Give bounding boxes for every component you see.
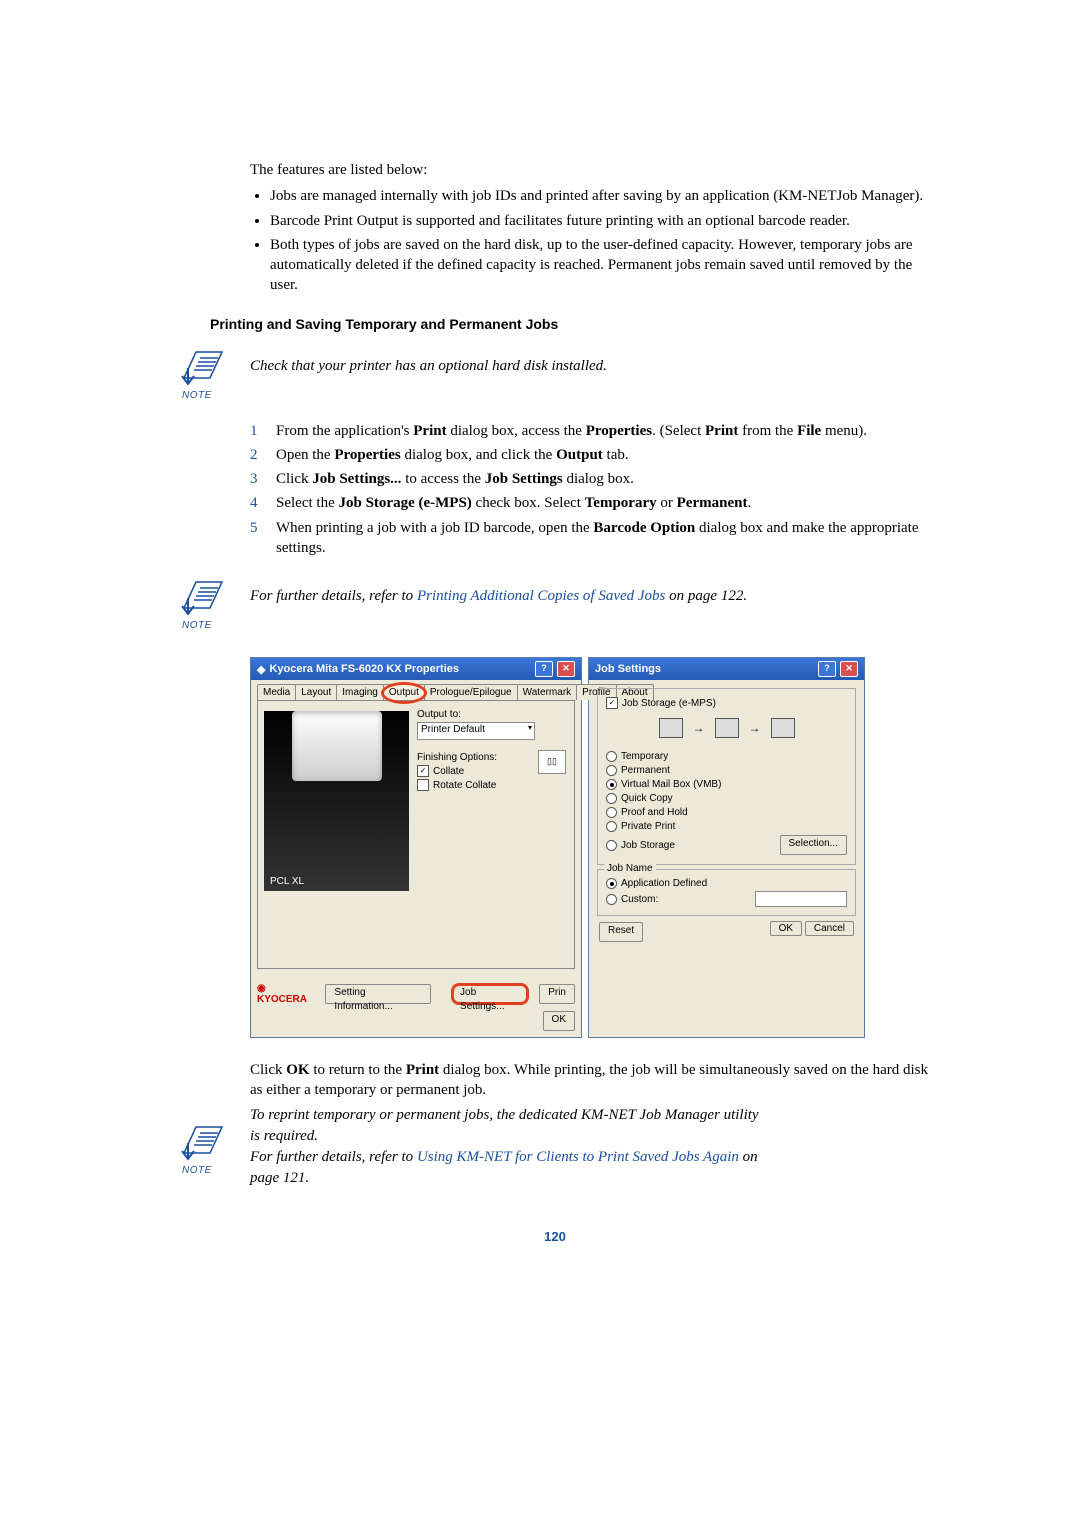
step-number: 2 — [250, 445, 276, 465]
step-row: 4 Select the Job Storage (e-MPS) check b… — [250, 493, 930, 513]
intro-text: The features are listed below: — [250, 160, 930, 180]
window-title: Job Settings — [595, 663, 661, 675]
properties-dialog: ◆ Kyocera Mita FS-6020 KX Properties ? ✕… — [250, 657, 582, 1038]
reset-button[interactable]: Reset — [599, 922, 643, 942]
titlebar[interactable]: Job Settings ? ✕ — [589, 658, 864, 680]
printer-preview: PCL XL — [264, 711, 409, 891]
collate-icon: ▯▯ — [538, 750, 566, 774]
collate-label: Collate — [433, 766, 464, 777]
step-text: Select the Job Storage (e-MPS) check box… — [276, 493, 930, 513]
radio-private[interactable] — [606, 821, 617, 832]
screenshot-figure: ◆ Kyocera Mita FS-6020 KX Properties ? ✕… — [250, 657, 930, 1038]
collate-checkbox[interactable]: ✓ — [417, 765, 429, 777]
step-row: 5 When printing a job with a job ID barc… — [250, 518, 930, 559]
bullet-item: Both types of jobs are saved on the hard… — [270, 235, 930, 296]
app-icon: ◆ — [257, 663, 265, 676]
printer-image-icon — [292, 711, 382, 781]
print-button[interactable]: Prin — [539, 984, 575, 1004]
titlebar[interactable]: ◆ Kyocera Mita FS-6020 KX Properties ? ✕ — [251, 658, 581, 680]
step-row: 2 Open the Properties dialog box, and cl… — [250, 445, 930, 465]
note-block: NOTE For further details, refer to Print… — [180, 576, 930, 631]
note-block: NOTE To reprint temporary or permanent j… — [180, 1105, 930, 1189]
radio-jobstorage[interactable] — [606, 840, 617, 851]
note-text: Check that your printer has an optional … — [250, 356, 607, 377]
output-to-combo[interactable]: Printer Default — [417, 722, 535, 740]
xref-link[interactable]: Using KM-NET for Clients to Print Saved … — [417, 1149, 739, 1165]
intro-block: The features are listed below: Jobs are … — [250, 160, 930, 296]
step-number: 4 — [250, 493, 276, 513]
tab-watermark[interactable]: Watermark — [517, 684, 578, 700]
note-text: To reprint temporary or permanent jobs, … — [250, 1105, 770, 1189]
page-number: 120 — [180, 1229, 930, 1244]
output-icon — [771, 718, 795, 738]
cancel-button[interactable]: Cancel — [805, 921, 854, 936]
job-settings-button[interactable]: Job Settings... — [451, 983, 529, 1005]
step-number: 5 — [250, 518, 276, 559]
tab-media[interactable]: Media — [257, 684, 296, 700]
tabstrip: Media Layout Imaging Output Prologue/Epi… — [257, 684, 575, 701]
xref-link[interactable]: Printing Additional Copies of Saved Jobs — [417, 588, 665, 604]
printer-icon — [715, 718, 739, 738]
finishing-label: Finishing Options: — [417, 752, 538, 763]
note-icon — [180, 576, 228, 622]
radio-quickcopy[interactable] — [606, 793, 617, 804]
radio-appdefined[interactable] — [606, 878, 617, 889]
pc-icon — [659, 718, 683, 738]
bullet-item: Barcode Print Output is supported and fa… — [270, 211, 930, 231]
radio-vmb[interactable] — [606, 779, 617, 790]
close-icon[interactable]: ✕ — [840, 661, 858, 677]
help-icon[interactable]: ? — [535, 661, 553, 677]
setting-info-button[interactable]: Setting Information... — [325, 984, 431, 1004]
job-settings-dialog: Job Settings ? ✕ ✓ Job Storage (e-MPS) →… — [588, 657, 865, 1038]
tab-output[interactable]: Output — [383, 684, 425, 700]
step-number: 1 — [250, 421, 276, 441]
job-storage-checkbox[interactable]: ✓ — [606, 697, 618, 709]
radio-proofhold[interactable] — [606, 807, 617, 818]
job-storage-label: Job Storage (e-MPS) — [622, 698, 716, 709]
rotate-label: Rotate Collate — [433, 780, 496, 791]
ok-button[interactable]: OK — [543, 1011, 575, 1031]
output-to-label: Output to: — [417, 709, 568, 720]
section-heading: Printing and Saving Temporary and Perman… — [210, 316, 930, 332]
step-text: Click Job Settings... to access the Job … — [276, 469, 930, 489]
radio-permanent[interactable] — [606, 765, 617, 776]
tab-prologue[interactable]: Prologue/Epilogue — [424, 684, 518, 700]
note-block: NOTE Check that your printer has an opti… — [180, 346, 930, 401]
step-row: 3 Click Job Settings... to access the Jo… — [250, 469, 930, 489]
group-title: Job Name — [604, 863, 656, 874]
tab-layout[interactable]: Layout — [295, 684, 337, 700]
close-icon[interactable]: ✕ — [557, 661, 575, 677]
window-title: Kyocera Mita FS-6020 KX Properties — [269, 663, 459, 675]
pcl-label: PCL XL — [270, 876, 304, 887]
note-text: For further details, refer to Printing A… — [250, 586, 747, 607]
step-number: 3 — [250, 469, 276, 489]
rotate-checkbox[interactable] — [417, 779, 429, 791]
note-icon — [180, 1121, 228, 1167]
note-icon — [180, 346, 228, 392]
radio-temporary[interactable] — [606, 751, 617, 762]
radio-custom[interactable] — [606, 894, 617, 905]
steps-list: 1 From the application's Print dialog bo… — [250, 421, 930, 559]
ok-button[interactable]: OK — [770, 921, 802, 936]
workflow-icon: → → — [606, 713, 847, 743]
tab-imaging[interactable]: Imaging — [336, 684, 384, 700]
custom-name-input[interactable] — [755, 891, 847, 907]
bullet-item: Jobs are managed internally with job IDs… — [270, 186, 930, 206]
step-text: Open the Properties dialog box, and clic… — [276, 445, 930, 465]
step-text: When printing a job with a job ID barcod… — [276, 518, 930, 559]
kyocera-logo-icon: ◉ KYOCERA — [257, 983, 315, 1005]
after-shot-text: Click OK to return to the Print dialog b… — [250, 1060, 930, 1101]
feature-bullets: Jobs are managed internally with job IDs… — [250, 186, 930, 295]
help-icon[interactable]: ? — [818, 661, 836, 677]
step-text: From the application's Print dialog box,… — [276, 421, 930, 441]
step-row: 1 From the application's Print dialog bo… — [250, 421, 930, 441]
selection-button[interactable]: Selection... — [780, 835, 847, 855]
